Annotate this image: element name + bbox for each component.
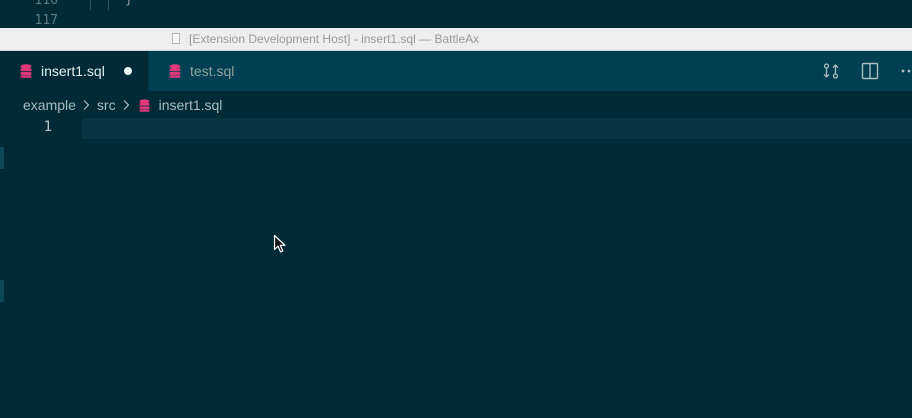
line-number: 1 (43, 119, 52, 135)
breadcrumb-item-file[interactable]: insert1.sql (159, 97, 223, 113)
tab-test-sql[interactable]: test.sql (148, 51, 293, 91)
background-line-number: 117 (34, 13, 58, 28)
mouse-pointer-icon (273, 234, 286, 253)
window-titlebar[interactable]: [Extension Development Host] - insert1.s… (0, 28, 912, 51)
breadcrumb-item-src[interactable]: src (97, 97, 116, 113)
split-editor-icon[interactable] (861, 62, 879, 80)
more-actions-icon[interactable] (900, 62, 912, 80)
current-line-highlight[interactable] (82, 118, 912, 139)
breadcrumb-item-example[interactable]: example (23, 97, 76, 113)
background-line-number: 116 (34, 0, 58, 8)
database-icon (139, 98, 150, 112)
background-editor: 116 117 } (0, 0, 912, 28)
unsaved-dot-icon[interactable] (124, 67, 132, 75)
tab-label: insert1.sql (41, 63, 105, 79)
gutter-indicator (0, 147, 4, 169)
chevron-right-icon (123, 100, 129, 110)
gutter-indicator (0, 280, 4, 302)
background-line: 116 (0, 0, 100, 13)
breadcrumb: example src insert1.sql (23, 95, 222, 115)
background-brace: } (125, 0, 133, 7)
source-control-compare-icon[interactable] (822, 62, 840, 80)
tab-label: test.sql (190, 63, 235, 79)
database-icon (169, 64, 181, 78)
window-title: [Extension Development Host] - insert1.s… (189, 32, 480, 46)
indent-guide (108, 0, 109, 10)
database-icon (20, 64, 32, 78)
chevron-right-icon (83, 100, 90, 110)
document-icon (172, 33, 180, 44)
editor-tab-bar: insert1.sql test.sql (0, 51, 912, 91)
tab-insert1-sql[interactable]: insert1.sql (0, 51, 148, 91)
indent-guide (90, 0, 91, 10)
